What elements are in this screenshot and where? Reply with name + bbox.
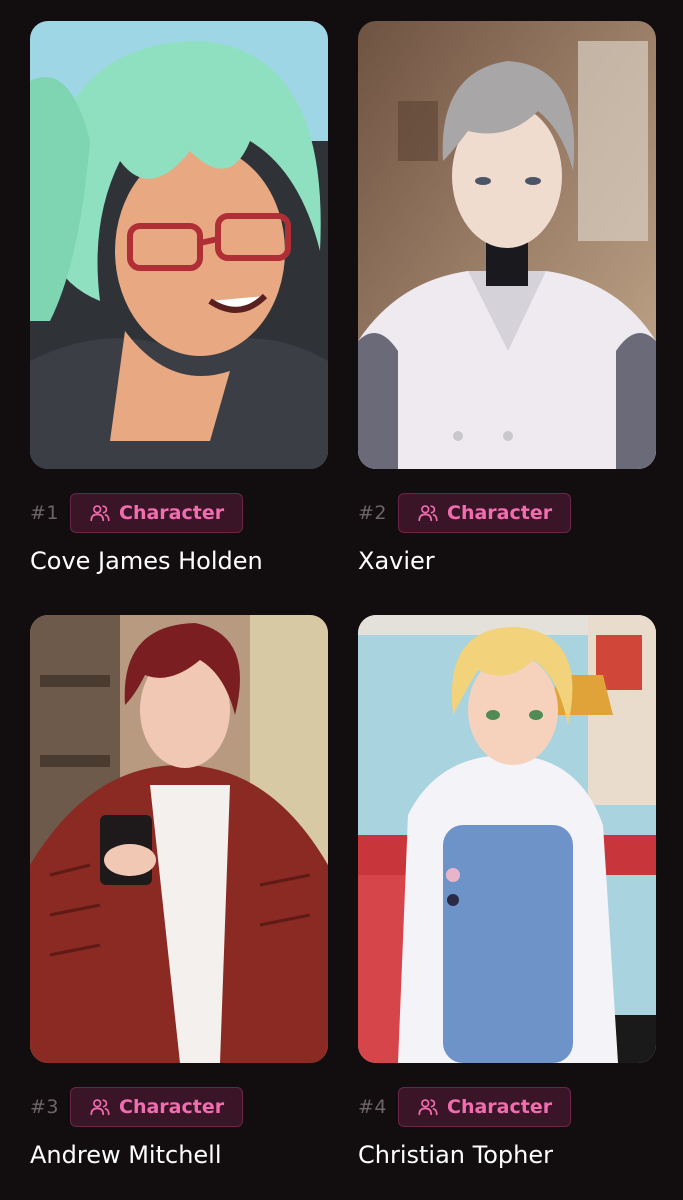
- card-meta: #3 Character: [30, 1086, 328, 1128]
- character-grid: #1 Character Cove James Holden #2 Charac…: [30, 21, 657, 1169]
- character-type-badge[interactable]: Character: [398, 1087, 572, 1127]
- rank-label: #2: [358, 502, 388, 524]
- rank-label: #4: [358, 1096, 388, 1118]
- people-icon: [418, 1099, 438, 1116]
- portrait-illustration: [358, 21, 656, 469]
- character-portrait[interactable]: [358, 21, 656, 469]
- people-icon: [418, 505, 438, 522]
- portrait-illustration: [30, 615, 328, 1063]
- card-meta: #4 Character: [358, 1086, 656, 1128]
- badge-label: Character: [447, 1096, 553, 1118]
- portrait-illustration: [358, 615, 656, 1063]
- character-card-4[interactable]: #4 Character Christian Topher: [358, 615, 656, 1169]
- character-portrait[interactable]: [30, 21, 328, 469]
- badge-label: Character: [119, 1096, 225, 1118]
- character-name[interactable]: Cove James Holden: [30, 547, 328, 575]
- character-name[interactable]: Andrew Mitchell: [30, 1141, 328, 1169]
- people-icon: [90, 1099, 110, 1116]
- character-card-3[interactable]: #3 Character Andrew Mitchell: [30, 615, 328, 1169]
- character-name[interactable]: Xavier: [358, 547, 656, 575]
- portrait-illustration: [30, 21, 328, 469]
- badge-label: Character: [447, 502, 553, 524]
- badge-label: Character: [119, 502, 225, 524]
- character-type-badge[interactable]: Character: [70, 493, 244, 533]
- character-type-badge[interactable]: Character: [398, 493, 572, 533]
- character-card-2[interactable]: #2 Character Xavier: [358, 21, 656, 575]
- character-card-1[interactable]: #1 Character Cove James Holden: [30, 21, 328, 575]
- character-portrait[interactable]: [30, 615, 328, 1063]
- character-type-badge[interactable]: Character: [70, 1087, 244, 1127]
- rank-label: #3: [30, 1096, 60, 1118]
- character-portrait[interactable]: [358, 615, 656, 1063]
- character-name[interactable]: Christian Topher: [358, 1141, 656, 1169]
- card-meta: #1 Character: [30, 492, 328, 534]
- rank-label: #1: [30, 502, 60, 524]
- card-meta: #2 Character: [358, 492, 656, 534]
- people-icon: [90, 505, 110, 522]
